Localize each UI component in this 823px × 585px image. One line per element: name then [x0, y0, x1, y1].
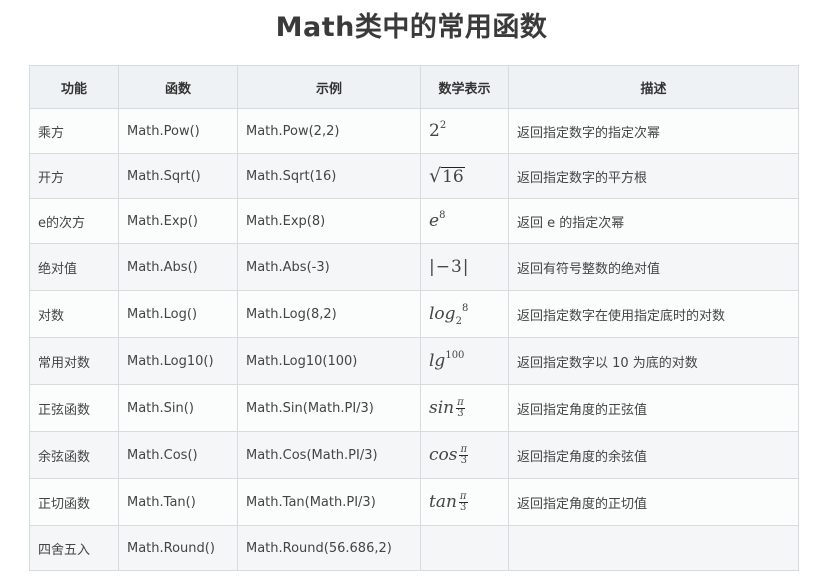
math-numerator: π [456, 396, 465, 409]
math-denominator: 3 [460, 501, 467, 513]
table-row: 正弦函数 Math.Sin() Math.Sin(Math.PI/3) sin π… [29, 384, 799, 432]
header-function: 功能 [29, 65, 119, 109]
cell-function: 对数 [29, 290, 119, 338]
math-exponent: 2 [439, 120, 447, 131]
cell-description: 返回 e 的指定次幂 [508, 198, 799, 244]
cell-description: 返回指定角度的余弦值 [508, 431, 799, 479]
cell-math: √16 [420, 153, 509, 199]
radical-sign-icon: √ [429, 165, 442, 187]
table-row: 绝对值 Math.Abs() Math.Abs(-3) |−3| 返回有符号整数… [29, 243, 799, 291]
math-exponent: 8 [439, 210, 446, 221]
cell-example: Math.Round(56.686,2) [237, 525, 421, 571]
math-fraction: π3 [459, 443, 469, 466]
sqrt-expression: √16 [429, 165, 465, 187]
cell-function: 开方 [29, 153, 119, 199]
cell-example: Math.Pow(2,2) [237, 108, 421, 154]
cell-math [420, 525, 509, 571]
math-base: 2 [429, 121, 440, 141]
cell-function: 四舍五入 [29, 525, 119, 571]
cell-example: Math.Sqrt(16) [237, 153, 421, 199]
table-row: 余弦函数 Math.Cos() Math.Cos(Math.PI/3) cos π… [29, 431, 799, 479]
cell-description: 返回指定数字的平方根 [508, 153, 799, 199]
math-abs-expression: |−3| [429, 257, 470, 277]
math-function: cos [429, 444, 458, 465]
cell-function: e的次方 [29, 198, 119, 244]
cell-description: 返回指定角度的正弦值 [508, 384, 799, 432]
cell-function: 正切函数 [29, 478, 119, 526]
cell-example: Math.Log10(100) [237, 337, 421, 385]
math-fraction: π3 [456, 396, 465, 419]
math-denominator: 3 [457, 407, 464, 419]
header-math: 数学表示 [420, 65, 509, 109]
math-radicand: 16 [441, 167, 465, 187]
cell-example: Math.Sin(Math.PI/3) [237, 384, 421, 432]
cell-math: 22 [420, 108, 509, 154]
math-base: log [429, 304, 456, 324]
table-row: 常用对数 Math.Log10() Math.Log10(100) lg100 … [29, 337, 799, 385]
cell-function: 绝对值 [29, 243, 119, 291]
cell-description: 返回指定角度的正切值 [508, 478, 799, 526]
cell-name: Math.Log10() [118, 337, 238, 385]
math-denominator: 3 [460, 454, 467, 466]
cell-math: tan π 3 [420, 478, 509, 526]
math-base: lg [429, 351, 446, 371]
cell-name: Math.Exp() [118, 198, 238, 244]
header-description: 描述 [508, 65, 799, 109]
cell-name: Math.Cos() [118, 431, 238, 479]
math-function: sin [429, 397, 455, 418]
cell-example: Math.Abs(-3) [237, 243, 421, 291]
table-row: 开方 Math.Sqrt() Math.Sqrt(16) √16 返回指定数字的… [29, 153, 799, 199]
cell-name: Math.Sqrt() [118, 153, 238, 199]
math-numerator: π [458, 490, 468, 503]
table-row: 四舍五入 Math.Round() Math.Round(56.686,2) [29, 525, 799, 571]
math-function: tan [429, 491, 457, 512]
cell-math: log2 8 [420, 290, 509, 338]
cell-description: 返回指定数字以 10 为底的对数 [508, 337, 799, 385]
header-example: 示例 [237, 65, 421, 109]
cell-description: 返回指定数字的指定次幂 [508, 108, 799, 154]
math-exponent: 8 [461, 303, 469, 314]
math-functions-table: 功能 函数 示例 数学表示 描述 乘方 Math.Pow() Math.Pow(… [29, 65, 799, 571]
cell-function: 乘方 [29, 108, 119, 154]
math-base: e [429, 211, 440, 231]
cell-math: |−3| [420, 243, 509, 291]
cell-math: cos π 3 [420, 431, 509, 479]
cell-description: 返回有符号整数的绝对值 [508, 243, 799, 291]
header-name: 函数 [118, 65, 238, 109]
table-row: 对数 Math.Log() Math.Log(8,2) log2 8 返回指定数字… [29, 290, 799, 338]
cell-example: Math.Exp(8) [237, 198, 421, 244]
cell-name: Math.Abs() [118, 243, 238, 291]
cell-function: 余弦函数 [29, 431, 119, 479]
cell-math: lg100 [420, 337, 509, 385]
table-row: e的次方 Math.Exp() Math.Exp(8) e8 返回 e 的指定次… [29, 198, 799, 244]
cell-name: Math.Pow() [118, 108, 238, 154]
cell-function: 常用对数 [29, 337, 119, 385]
cell-description [508, 525, 799, 571]
cell-math: e8 [420, 198, 509, 244]
table-row: 乘方 Math.Pow() Math.Pow(2,2) 22 返回指定数字的指定… [29, 108, 799, 154]
cell-function: 正弦函数 [29, 384, 119, 432]
cell-name: Math.Sin() [118, 384, 238, 432]
table-row: 正切函数 Math.Tan() Math.Tan(Math.PI/3) tan π… [29, 478, 799, 526]
math-numerator: π [459, 443, 469, 456]
math-subscript: 2 [455, 316, 462, 327]
cell-description: 返回指定数字在使用指定底时的对数 [508, 290, 799, 338]
math-fraction: π3 [458, 490, 468, 513]
table-header-row: 功能 函数 示例 数学表示 描述 [29, 65, 799, 109]
cell-math: sin π 3 [420, 384, 509, 432]
cell-name: Math.Tan() [118, 478, 238, 526]
cell-example: Math.Log(8,2) [237, 290, 421, 338]
cell-name: Math.Log() [118, 290, 238, 338]
cell-example: Math.Tan(Math.PI/3) [237, 478, 421, 526]
cell-name: Math.Round() [118, 525, 238, 571]
page-title: Math类中的常用函数 [275, 12, 548, 43]
math-exponent: 100 [445, 350, 465, 361]
cell-example: Math.Cos(Math.PI/3) [237, 431, 421, 479]
